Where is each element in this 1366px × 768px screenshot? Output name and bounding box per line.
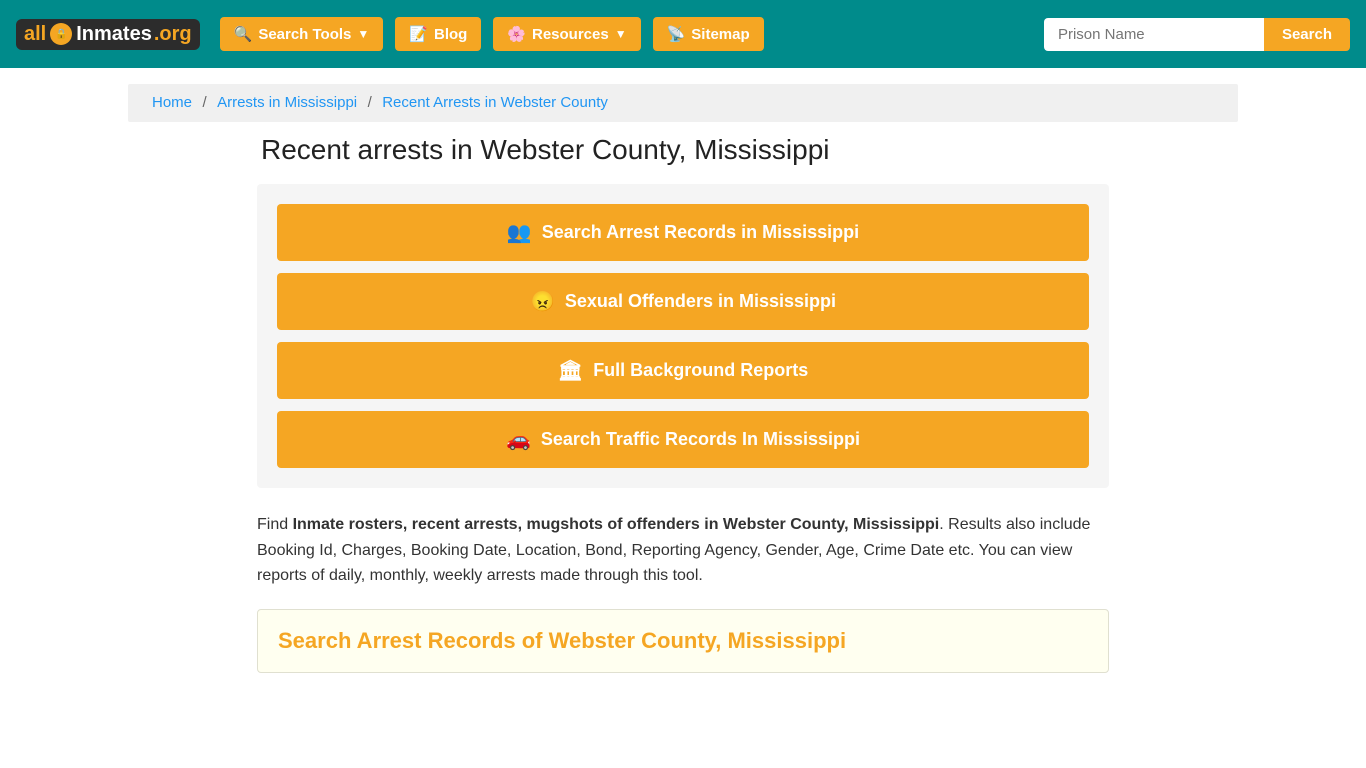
people-icon: 👥 <box>507 220 532 245</box>
prison-name-input[interactable] <box>1044 18 1264 51</box>
nav-blog[interactable]: 📝 Blog <box>395 17 481 51</box>
page-title: Recent arrests in Webster County, Missis… <box>261 134 1109 166</box>
logo-icon: 🔒 <box>50 23 72 45</box>
header-search-box: Search <box>1044 18 1350 51</box>
breadcrumb-sep-2: / <box>368 94 372 111</box>
breadcrumb-home[interactable]: Home <box>152 94 192 111</box>
logo[interactable]: all 🔒 Inmates .org <box>16 19 200 50</box>
logo-text-inmates: Inmates <box>76 23 152 46</box>
building-icon: 🏛 <box>558 358 583 383</box>
header: all 🔒 Inmates .org 🔍 Search Tools ▼ 📝 Bl… <box>0 0 1366 68</box>
breadcrumb: Home / Arrests in Mississippi / Recent A… <box>128 84 1238 122</box>
search-tools-icon: 🔍 <box>234 25 253 43</box>
sexual-offenders-button[interactable]: 😠 Sexual Offenders in Mississippi <box>277 273 1089 330</box>
chevron-down-icon-resources: ▼ <box>615 27 627 41</box>
background-reports-button[interactable]: 🏛 Full Background Reports <box>277 342 1089 399</box>
traffic-records-button[interactable]: 🚗 Search Traffic Records In Mississippi <box>277 411 1089 468</box>
offender-icon: 😠 <box>530 289 555 314</box>
logo-text-all: all <box>24 23 46 46</box>
action-card: 👥 Search Arrest Records in Mississippi 😠… <box>257 184 1109 488</box>
sitemap-icon: 📡 <box>667 25 686 43</box>
resources-icon: 🌸 <box>507 25 526 43</box>
breadcrumb-sep-1: / <box>202 94 206 111</box>
arrest-records-button[interactable]: 👥 Search Arrest Records in Mississippi <box>277 204 1089 261</box>
breadcrumb-current: Recent Arrests in Webster County <box>382 94 608 111</box>
blog-icon: 📝 <box>409 25 428 43</box>
bottom-section-title: Search Arrest Records of Webster County,… <box>278 628 1088 654</box>
chevron-down-icon: ▼ <box>357 27 369 41</box>
header-search-button[interactable]: Search <box>1264 18 1350 51</box>
logo-text-org: .org <box>154 23 192 46</box>
breadcrumb-arrests-ms[interactable]: Arrests in Mississippi <box>217 94 357 111</box>
bold-description: Inmate rosters, recent arrests, mugshots… <box>293 516 940 533</box>
nav-sitemap[interactable]: 📡 Sitemap <box>653 17 764 51</box>
description-text: Find Inmate rosters, recent arrests, mug… <box>257 512 1109 589</box>
car-icon: 🚗 <box>506 427 531 452</box>
main-content: Recent arrests in Webster County, Missis… <box>233 134 1133 713</box>
nav-search-tools[interactable]: 🔍 Search Tools ▼ <box>220 17 384 51</box>
nav-resources[interactable]: 🌸 Resources ▼ <box>493 17 640 51</box>
bottom-section: Search Arrest Records of Webster County,… <box>257 609 1109 673</box>
